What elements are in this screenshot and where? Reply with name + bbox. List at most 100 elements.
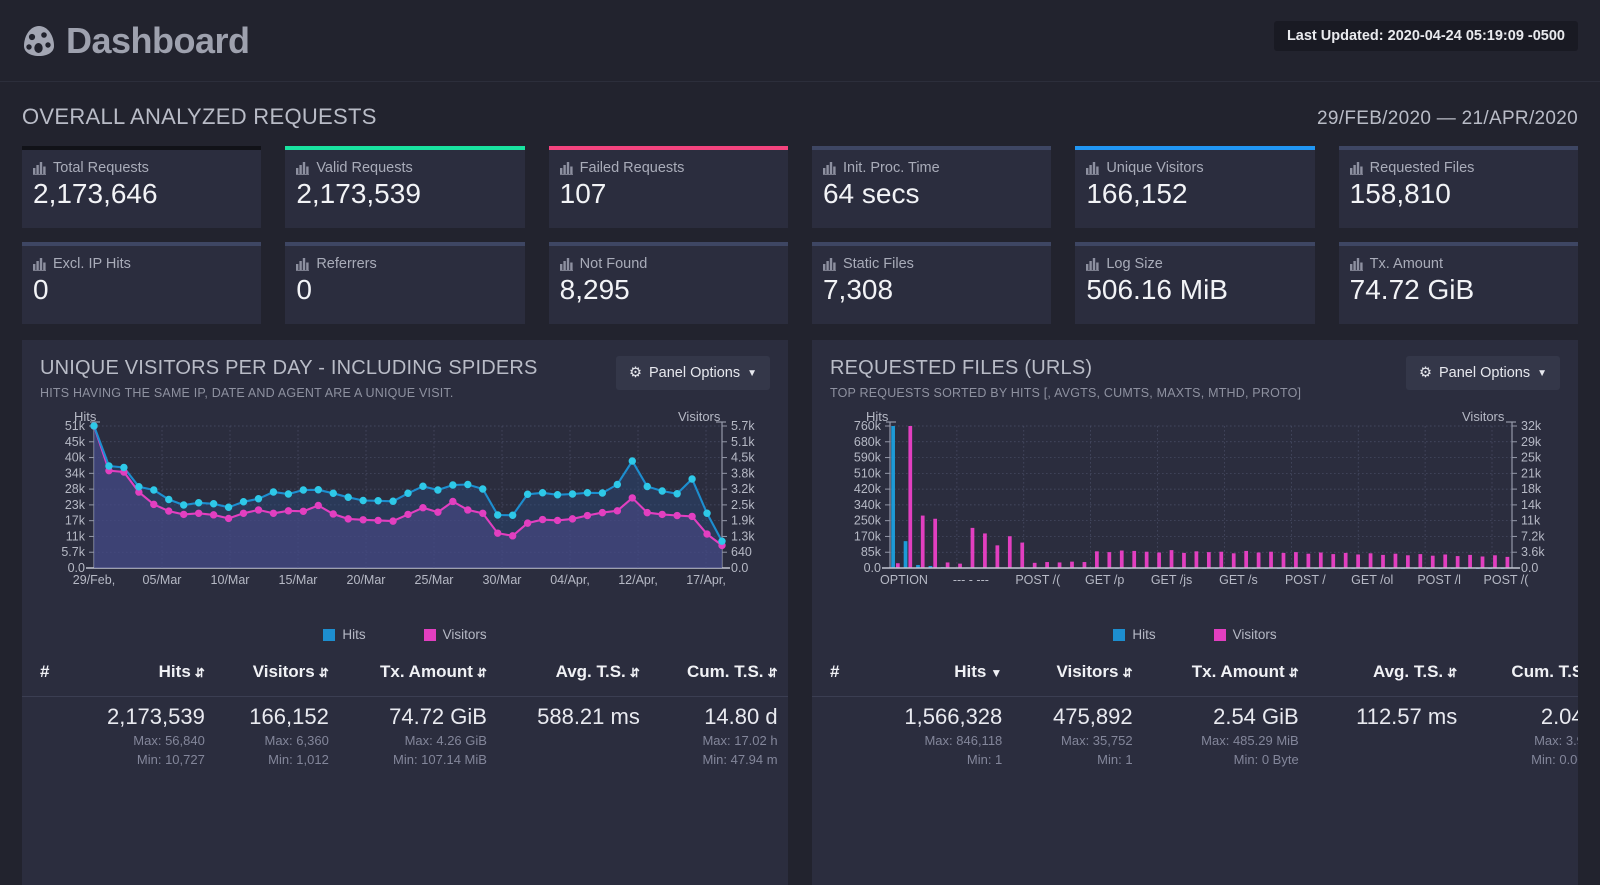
sort-toggle-icon[interactable]: ⇵ <box>319 666 329 680</box>
legend-item-visitors[interactable]: Visitors <box>424 627 487 642</box>
svg-text:11k: 11k <box>66 529 86 543</box>
column-header-[interactable]: # <box>812 648 858 697</box>
chevron-down-icon: ▼ <box>1537 368 1547 379</box>
table-cell: 475,892Max: 35,752Min: 1 <box>1012 697 1142 770</box>
sort-desc-icon[interactable]: ▼ <box>990 666 1002 680</box>
brand[interactable]: Dashboard <box>22 23 250 59</box>
svg-text:3.2k: 3.2k <box>731 482 755 496</box>
bar-chart-icon <box>33 162 47 175</box>
sort-toggle-icon[interactable]: ⇵ <box>768 666 778 680</box>
legend-swatch-visitors <box>424 629 436 641</box>
bar-chart-wrap: HitsVisitors0.00.085k3.6k170k7.2k250k11k… <box>812 404 1578 642</box>
stat-card-value: 2,173,539 <box>296 178 513 209</box>
svg-text:590k: 590k <box>854 451 882 465</box>
svg-text:GET /p: GET /p <box>1085 573 1124 587</box>
cell-min: Min: 107.14 MiB <box>349 750 487 770</box>
panel-options-button-left[interactable]: ⚙ Panel Options ▼ <box>616 356 770 390</box>
bar-chart-icon <box>823 258 837 271</box>
svg-text:Visitors: Visitors <box>678 410 721 424</box>
column-header-cum-t-s[interactable]: Cum. T.S.⇵ <box>650 648 788 697</box>
stat-card-value: 8,295 <box>560 274 777 305</box>
table-row[interactable]: 1,566,328Max: 846,118Min: 1475,892Max: 3… <box>812 697 1578 770</box>
row-index-cell <box>22 697 68 770</box>
stat-card-label: Failed Requests <box>580 160 685 176</box>
column-header-label: Avg. T.S. <box>1373 662 1443 681</box>
svg-text:POST /l: POST /l <box>1417 573 1461 587</box>
column-header-hits[interactable]: Hits⇵ <box>68 648 215 697</box>
line-chart-legend: Hits Visitors <box>32 627 778 642</box>
sort-toggle-icon[interactable]: ⇵ <box>1447 666 1457 680</box>
left-table-scroll: #Hits⇵Visitors⇵Tx. Amount⇵Avg. T.S.⇵Cum.… <box>22 642 788 770</box>
stat-card-label: Valid Requests <box>316 160 412 176</box>
column-header-avg-t-s[interactable]: Avg. T.S. ⇵ <box>1309 648 1468 697</box>
svg-text:GET /ol: GET /ol <box>1351 573 1393 587</box>
svg-text:Visitors: Visitors <box>1462 410 1505 424</box>
bar-chart-icon <box>1086 258 1100 271</box>
column-header-label: Hits <box>954 662 986 681</box>
svg-text:29/Feb,: 29/Feb, <box>73 573 115 587</box>
legend-swatch-hits <box>1113 629 1125 641</box>
svg-text:510k: 510k <box>854 466 882 480</box>
svg-text:85k: 85k <box>861 545 882 559</box>
cell-max: Max: 35,752 <box>1022 731 1132 751</box>
svg-text:340k: 340k <box>854 498 882 512</box>
svg-text:GET /js: GET /js <box>1151 573 1192 587</box>
stat-card-failed-requests: Failed Requests107 <box>549 146 788 228</box>
svg-text:28k: 28k <box>65 482 86 496</box>
svg-text:23k: 23k <box>65 498 86 512</box>
column-header-[interactable]: # <box>22 648 68 697</box>
svg-text:30/Mar: 30/Mar <box>483 573 522 587</box>
stat-card-label-row: Valid Requests <box>296 160 513 176</box>
sort-toggle-icon[interactable]: ⇵ <box>630 666 640 680</box>
column-header-label: Tx. Amount <box>380 662 473 681</box>
legend-item-hits[interactable]: Hits <box>1113 627 1155 642</box>
cell-value: 2.04 d <box>1477 703 1578 731</box>
sort-toggle-icon[interactable]: ⇵ <box>195 666 205 680</box>
panel-options-label: Panel Options <box>649 365 740 381</box>
stat-card-label: Log Size <box>1106 256 1162 272</box>
stat-card-label-row: Total Requests <box>33 160 250 176</box>
legend-item-hits[interactable]: Hits <box>323 627 365 642</box>
stat-card-label: Total Requests <box>53 160 149 176</box>
column-header-tx-amount[interactable]: Tx. Amount⇵ <box>1143 648 1309 697</box>
stat-card-label-row: Log Size <box>1086 256 1303 272</box>
left-data-table: #Hits⇵Visitors⇵Tx. Amount⇵Avg. T.S.⇵Cum.… <box>22 648 788 770</box>
requested-files-bar-chart[interactable]: HitsVisitors0.00.085k3.6k170k7.2k250k11k… <box>822 410 1578 620</box>
overall-cards-grid: Total Requests2,173,646Valid Requests2,1… <box>22 146 1578 324</box>
column-header-visitors[interactable]: Visitors⇵ <box>215 648 339 697</box>
cell-value: 74.72 GiB <box>349 703 487 731</box>
cell-min: Min: 47.94 m <box>660 750 778 770</box>
column-header-tx-amount[interactable]: Tx. Amount ⇵ <box>339 648 497 697</box>
stat-card-label: Unique Visitors <box>1106 160 1203 176</box>
stat-card-static-files: Static Files7,308 <box>812 242 1051 324</box>
svg-text:04/Apr,: 04/Apr, <box>550 573 590 587</box>
stat-card-value: 506.16 MiB <box>1086 274 1303 305</box>
column-header-cum-t-s[interactable]: Cum. T.S.⇵ <box>1467 648 1578 697</box>
bar-chart-icon <box>296 258 310 271</box>
cell-max: Max: 4.26 GiB <box>349 731 487 751</box>
cell-value: 14.80 d <box>660 703 778 731</box>
table-cell: 588.21 ms <box>497 697 650 770</box>
column-header-label: # <box>40 662 49 681</box>
svg-text:170k: 170k <box>854 529 882 543</box>
table-cell: 74.72 GiBMax: 4.26 GiBMin: 107.14 MiB <box>339 697 497 770</box>
stat-card-label: Referrers <box>316 256 376 272</box>
svg-text:1.3k: 1.3k <box>731 529 755 543</box>
sort-toggle-icon[interactable]: ⇵ <box>1123 666 1133 680</box>
svg-text:32k: 32k <box>1521 419 1542 433</box>
svg-text:15/Mar: 15/Mar <box>279 573 318 587</box>
bar-chart-icon <box>560 258 574 271</box>
svg-text:3.8k: 3.8k <box>731 466 755 480</box>
column-header-hits[interactable]: Hits ▼ <box>858 648 1012 697</box>
unique-visitors-line-chart[interactable]: HitsVisitors0.00.05.7k64011k1.3k17k1.9k2… <box>32 410 788 620</box>
legend-item-visitors[interactable]: Visitors <box>1214 627 1277 642</box>
stat-card-label-row: Tx. Amount <box>1350 256 1567 272</box>
stat-card-label-row: Init. Proc. Time <box>823 160 1040 176</box>
panel-options-button-right[interactable]: ⚙ Panel Options ▼ <box>1406 356 1560 390</box>
column-header-avg-t-s[interactable]: Avg. T.S.⇵ <box>497 648 650 697</box>
stat-card-value: 0 <box>33 274 250 305</box>
sort-toggle-icon[interactable]: ⇵ <box>1289 666 1299 680</box>
column-header-visitors[interactable]: Visitors⇵ <box>1012 648 1142 697</box>
sort-toggle-icon[interactable]: ⇵ <box>477 666 487 680</box>
table-row[interactable]: 2,173,539Max: 56,840Min: 10,727166,152Ma… <box>22 697 788 770</box>
